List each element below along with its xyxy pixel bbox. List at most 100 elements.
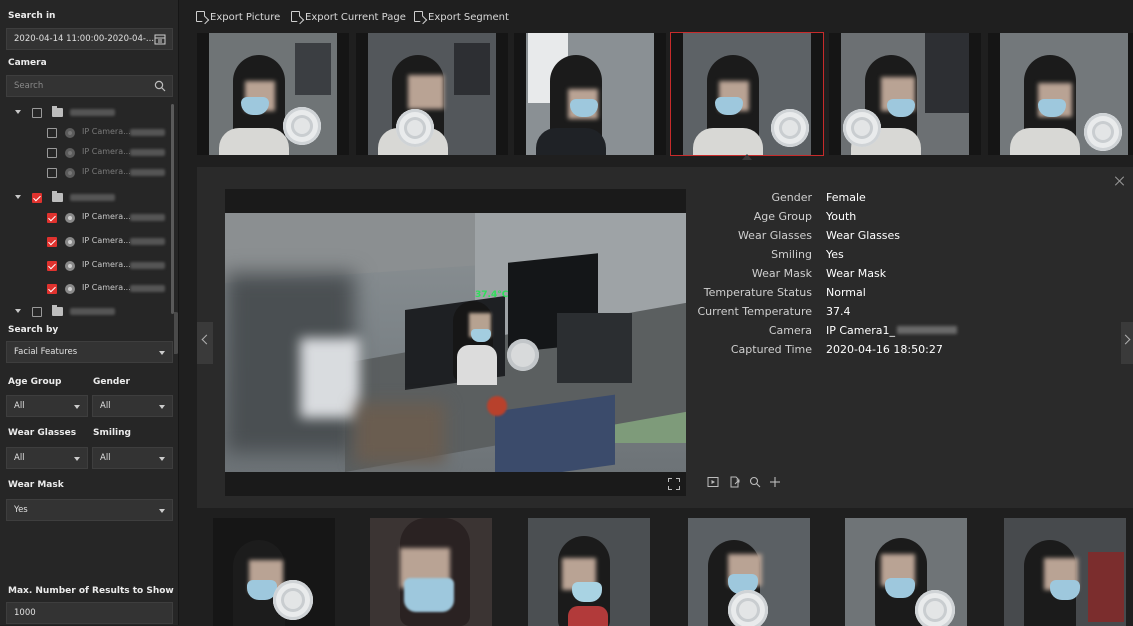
attr-row-camera: Camera IP Camera1_ (694, 322, 1114, 340)
checkbox-checked[interactable] (47, 237, 57, 247)
thumbnail-person-body (536, 128, 606, 155)
checkbox-checked[interactable] (32, 193, 42, 203)
search-by-select[interactable]: Facial Features (6, 341, 173, 363)
result-thumbnail-selected[interactable] (670, 32, 824, 156)
chevron-left-icon (201, 334, 212, 345)
previous-button[interactable] (197, 322, 213, 364)
tree-camera-row[interactable]: IP Camera... (0, 123, 170, 143)
export-picture-button[interactable]: Export Picture (196, 8, 280, 28)
thumbnail-fan (915, 590, 955, 626)
attr-row-temperature-status: Temperature Status Normal (694, 284, 1114, 302)
tree-camera-row[interactable]: IP Camera... (0, 279, 170, 299)
tree-camera-row[interactable]: IP Camera... (0, 232, 170, 252)
result-thumbnail[interactable] (370, 518, 492, 626)
expand-arrow-icon[interactable] (15, 110, 21, 114)
result-thumbnail[interactable] (988, 33, 1133, 155)
checkbox[interactable] (47, 128, 57, 138)
wear-mask-select[interactable]: Yes (6, 499, 173, 521)
result-thumbnail[interactable] (1004, 518, 1126, 626)
attr-row-smiling: Smiling Yes (694, 246, 1114, 264)
scene-monitor (557, 313, 632, 383)
camera-icon (65, 168, 75, 178)
tree-camera-row[interactable]: IP Camera... (0, 163, 170, 183)
panel-collapse-handle[interactable] (174, 312, 178, 354)
chevron-down-icon (159, 405, 165, 409)
thumbnail-bg-object (454, 43, 490, 95)
captured-picture: 37.4°C (225, 213, 686, 472)
thumbnail-person-body (1010, 128, 1080, 155)
camera-label: Camera (8, 58, 47, 68)
camera-ip-redacted (130, 129, 165, 136)
result-thumbnail[interactable] (845, 518, 967, 626)
date-range-field[interactable]: 2020-04-14 11:00:00-2020-04-... (6, 28, 173, 50)
play-icon[interactable] (707, 476, 719, 488)
attr-label: Temperature Status (703, 286, 812, 299)
checkbox[interactable] (47, 148, 57, 158)
thumbnail-person-body (693, 128, 763, 155)
camera-search-placeholder: Search (14, 81, 44, 91)
captured-picture-viewer[interactable]: 37.4°C (225, 189, 686, 496)
camera-icon (65, 148, 75, 158)
age-group-select[interactable]: All (6, 395, 88, 417)
device-name-redacted (70, 109, 115, 116)
export-segment-button[interactable]: Export Segment (414, 8, 509, 28)
detail-panel: 37.4°C Gender Female Age Group Youth Wea… (197, 167, 1133, 508)
search-in-label: Search in (8, 11, 56, 21)
chevron-down-icon (74, 457, 80, 461)
export-current-page-button[interactable]: Export Current Page (291, 8, 406, 28)
wear-glasses-select[interactable]: All (6, 447, 88, 469)
fullscreen-icon[interactable] (668, 478, 680, 490)
attr-row-wear-glasses: Wear Glasses Wear Glasses (694, 227, 1114, 245)
checkbox-checked[interactable] (47, 213, 57, 223)
next-button[interactable] (1120, 322, 1133, 364)
tree-camera-row[interactable]: IP Camera... (0, 208, 170, 228)
wear-glasses-value: All (14, 453, 25, 463)
tree-camera-row[interactable]: IP Camera... (0, 256, 170, 276)
chevron-down-icon (159, 509, 165, 513)
checkbox-checked[interactable] (47, 261, 57, 271)
gender-select[interactable]: All (92, 395, 173, 417)
tree-scrollbar[interactable] (171, 104, 174, 314)
checkbox-checked[interactable] (47, 284, 57, 294)
tree-group-row[interactable] (0, 103, 170, 123)
tree-group-row[interactable] (0, 302, 170, 322)
close-icon[interactable] (1115, 176, 1125, 186)
smiling-select[interactable]: All (92, 447, 173, 469)
result-thumbnail[interactable] (528, 518, 650, 626)
attr-value: Female (826, 191, 866, 204)
wear-mask-label: Wear Mask (8, 480, 64, 490)
result-thumbnail[interactable] (213, 518, 335, 626)
camera-name: IP Camera... (82, 236, 131, 245)
camera-ip-redacted (130, 214, 165, 221)
blurred-foreground (300, 338, 360, 418)
attr-label: Gender (771, 191, 812, 204)
checkbox[interactable] (32, 108, 42, 118)
device-name-redacted (70, 194, 115, 201)
expand-arrow-icon[interactable] (15, 195, 21, 199)
search-icon[interactable] (749, 476, 761, 488)
max-results-input[interactable]: 1000 (6, 602, 173, 624)
calendar-icon[interactable] (154, 33, 166, 45)
camera-search-input[interactable]: Search (6, 75, 173, 97)
result-thumbnail[interactable] (688, 518, 810, 626)
tree-group-row[interactable] (0, 188, 170, 208)
result-thumbnail[interactable] (356, 33, 508, 155)
tree-camera-row[interactable]: IP Camera... (0, 143, 170, 163)
search-icon[interactable] (154, 80, 166, 92)
camera-ip-redacted (130, 149, 165, 156)
attr-label: Age Group (753, 210, 812, 223)
result-thumbnail[interactable] (514, 33, 666, 155)
camera-ip-redacted (130, 262, 165, 269)
camera-name: IP Camera... (82, 212, 131, 221)
chevron-down-icon (74, 405, 80, 409)
checkbox[interactable] (32, 307, 42, 317)
search-by-label: Search by (8, 325, 59, 335)
wear-glasses-label: Wear Glasses (8, 428, 77, 438)
export-icon (196, 11, 205, 22)
expand-arrow-icon[interactable] (15, 309, 21, 313)
result-thumbnail[interactable] (829, 33, 981, 155)
export-icon[interactable] (729, 476, 741, 488)
result-thumbnail[interactable] (197, 33, 349, 155)
add-icon[interactable] (769, 476, 781, 488)
checkbox[interactable] (47, 168, 57, 178)
